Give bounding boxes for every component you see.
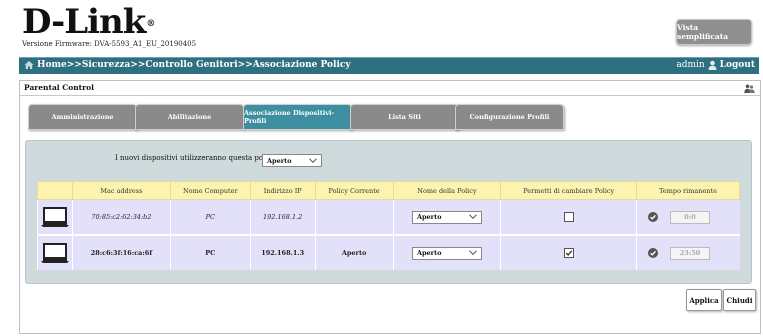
allow-change-checkbox[interactable] [563, 248, 574, 258]
tab-abilitazione[interactable]: Abilitazione [135, 104, 244, 130]
time-remaining-field: 0:0 [670, 210, 711, 224]
table-row: 28:c6:3f:16:ca:6f PC 192.168.1.3 Aperto … [37, 235, 740, 270]
nav-bar: Home>>Sicurezza>>Controllo Genitori>>Ass… [19, 57, 759, 74]
header-ip-address: Indirizzo IP [249, 181, 316, 200]
policy-select-value: Aperto [416, 213, 442, 221]
firmware-version: Versione Firmware: DVA-5593_A1_EU_201904… [22, 40, 197, 48]
policy-select-value: Aperto [416, 249, 442, 257]
tab-configurazione-profili[interactable]: Configurazione Profili [455, 104, 564, 130]
chevron-down-icon [309, 157, 317, 163]
dlink-logo: D-Link® [22, 2, 155, 42]
computer-icon [40, 243, 69, 263]
apply-button[interactable]: Applica [686, 289, 722, 311]
mac-address-cell: 28:c6:3f:16:ca:6f [71, 235, 171, 270]
header-allow-change: Permetti di cambiare Policy [500, 181, 638, 200]
header-computer-name: Nome Computer [169, 181, 251, 200]
user-icon [708, 60, 717, 70]
logout-link[interactable]: Logout [720, 60, 755, 70]
panel-divider [20, 95, 760, 96]
new-devices-policy-select[interactable]: Aperto [262, 154, 322, 167]
user-area: admin Logout [676, 60, 755, 70]
tab-associazione-dispositivi-profili[interactable]: Associazione Dispositivi-Profili [243, 104, 352, 130]
ip-address-cell: 192.168.1.3 [249, 235, 316, 270]
breadcrumb[interactable]: Home>>Sicurezza>>Controllo Genitori>>Ass… [24, 60, 351, 70]
table-row: 70:85:c2:62:34:b2 PC 192.168.1.2 Aperto … [37, 199, 740, 236]
header-mac-address: Mac address [71, 181, 171, 200]
header-time-remaining: Tempo rimanente [636, 181, 740, 200]
allow-change-checkbox[interactable] [563, 212, 574, 222]
devices-table: Mac address Nome Computer Indirizzo IP P… [37, 181, 740, 270]
check-circle-icon [648, 248, 659, 258]
current-policy-cell [314, 199, 393, 236]
mac-address-cell: 70:85:c2:62:34:b2 [71, 199, 171, 236]
breadcrumb-text[interactable]: Home>>Sicurezza>>Controllo Genitori>>Ass… [37, 60, 351, 70]
time-remaining-field: 23:50 [670, 246, 711, 260]
simple-view-button[interactable]: Vista semplificata [676, 19, 752, 45]
check-circle-icon [648, 212, 659, 222]
chevron-down-icon [469, 250, 477, 255]
close-button[interactable]: Chiudi [723, 289, 756, 311]
header-current-policy: Policy Corrente [314, 181, 394, 200]
policy-select[interactable]: Aperto [411, 210, 482, 224]
chevron-down-icon [469, 214, 477, 219]
computer-icon [40, 207, 69, 227]
tab-lista-siti[interactable]: Lista Siti [350, 104, 459, 130]
new-devices-policy-label: I nuovi dispositivi utilizzeranno questa… [115, 154, 278, 162]
tab-amministrazione[interactable]: Amministrazione [28, 104, 137, 130]
current-policy-cell: Aperto [314, 235, 393, 270]
home-icon [24, 61, 34, 69]
header-icon [37, 181, 73, 200]
header-policy-name: Nome della Policy [392, 181, 502, 200]
ip-address-cell: 192.168.1.2 [249, 199, 316, 236]
table-header-row: Mac address Nome Computer Indirizzo IP P… [37, 181, 740, 200]
panel-title: Parental Control [24, 83, 94, 92]
users-icon [744, 84, 755, 93]
checkmark-icon [565, 250, 572, 256]
policy-select[interactable]: Aperto [411, 246, 482, 260]
new-devices-policy-value: Aperto [267, 156, 292, 165]
computer-name-cell: PC [169, 199, 251, 236]
computer-name-cell: PC [169, 235, 251, 270]
username: admin [676, 60, 705, 70]
